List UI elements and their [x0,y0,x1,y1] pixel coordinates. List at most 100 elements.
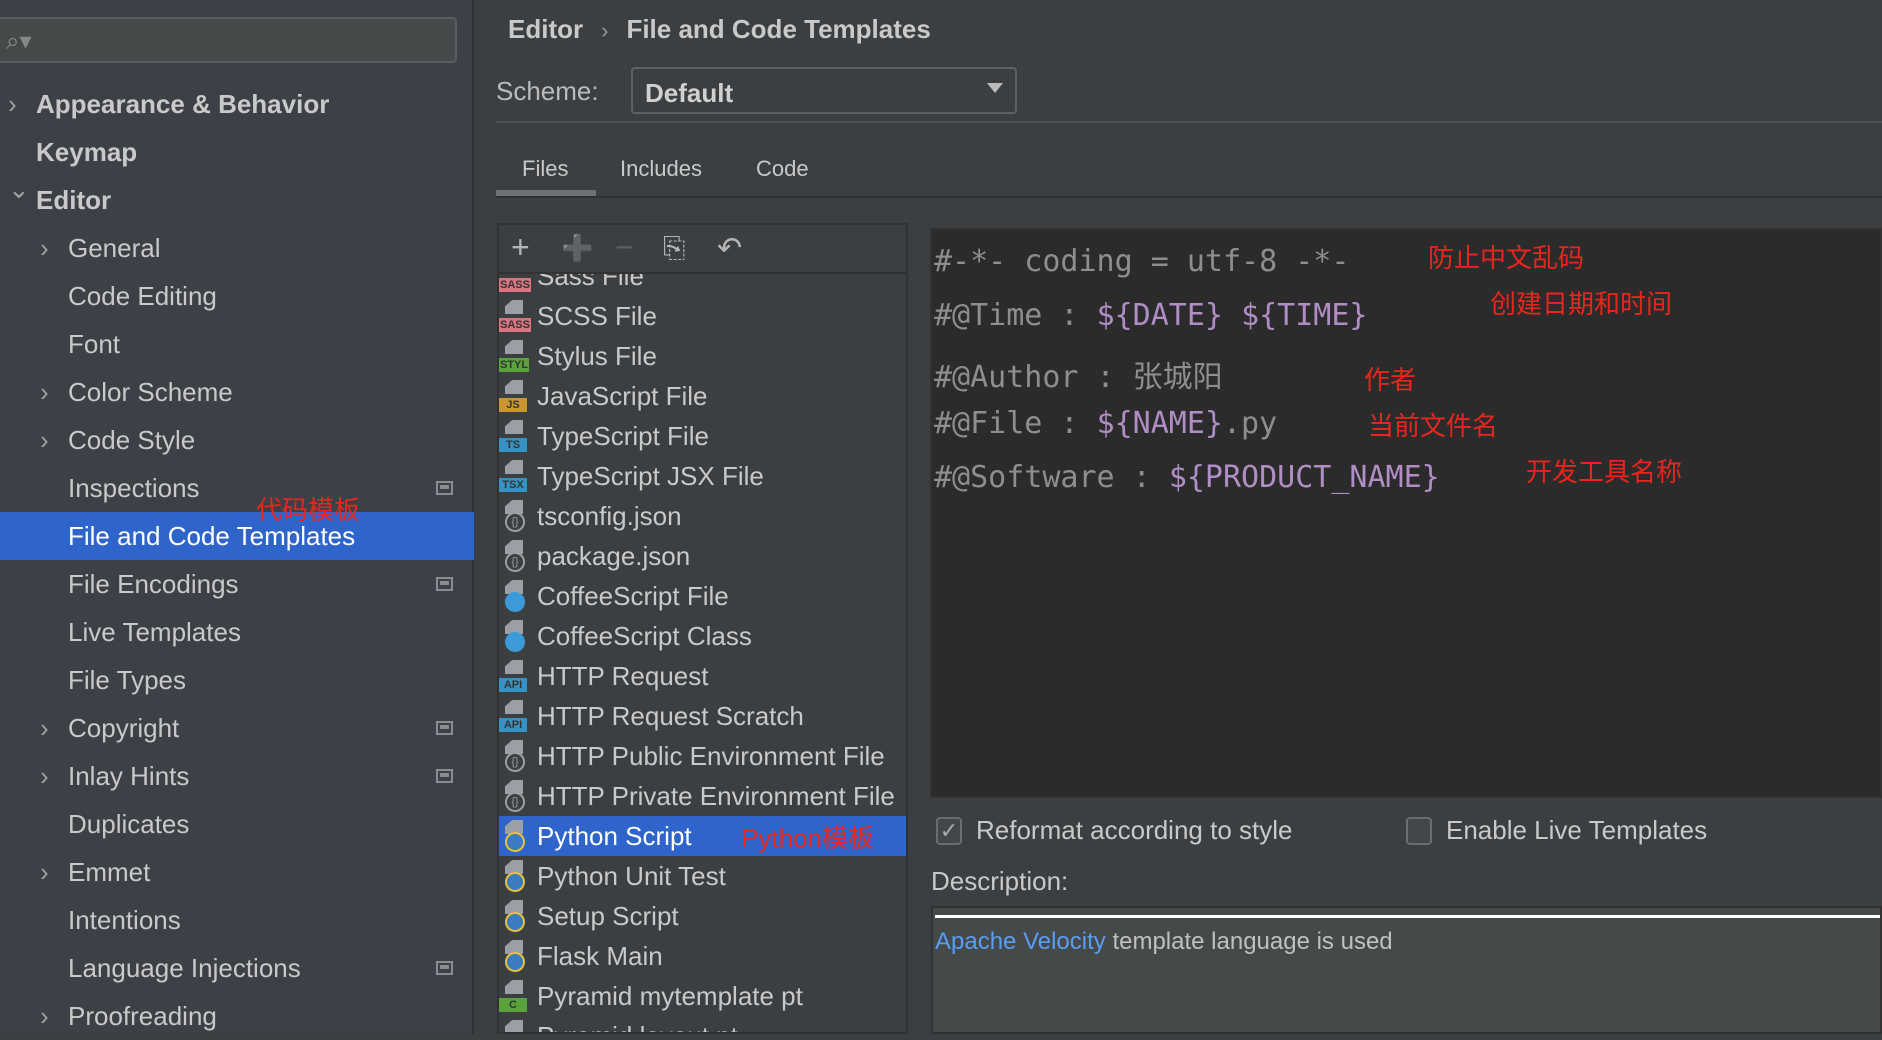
scheme-dropdown[interactable]: Default [631,67,1017,114]
live-templates-checkbox[interactable]: Enable Live Templates [1406,815,1707,846]
sidebar-item-live-templates[interactable]: Live Templates [0,608,474,656]
settings-sidebar: ⌕▾ › Appearance & Behavior Keymap ⌄ Editor › G… [0,0,474,1034]
template-item[interactable]: JS JavaScript File [499,376,906,416]
sidebar-item-proofreading[interactable]: › Proofreading [0,992,474,1040]
template-label: CoffeeScript Class [537,620,752,651]
dropdown-arrow-icon [987,83,1003,93]
sidebar-item-font[interactable]: Font [0,320,474,368]
tab-files[interactable]: Files [522,156,568,182]
file-py-icon [499,940,527,972]
sidebar-item-file-encodings[interactable]: File Encodings [0,560,474,608]
sidebar-item-appearance-behavior[interactable]: › Appearance & Behavior [0,80,474,128]
sidebar-item-label: Code Style [68,424,196,455]
sidebar-item-label: Proofreading [68,1000,217,1031]
template-item[interactable]: CoffeeScript File [499,576,906,616]
code-text: #@Time : [934,298,1097,333]
template-item[interactable]: Setup Script [499,896,906,936]
annotation-note: 作者 [1364,366,1417,396]
template-item[interactable]: C Pyramid mytemplate pt [499,976,906,1016]
template-editor[interactable]: #-*- coding = utf-8 -*- 防止中文乱码 #@Time : ${… [930,228,1882,798]
sidebar-item-label: Intentions [68,904,181,935]
braces-icon: {} [505,512,525,532]
template-item[interactable]: TS TypeScript File [499,416,906,456]
reformat-checkbox[interactable]: ✓ Reformat according to style [936,815,1292,846]
template-label: HTTP Request Scratch [537,700,804,731]
sidebar-item-code-editing[interactable]: Code Editing [0,272,474,320]
chevron-right-icon[interactable]: › [40,425,49,456]
sidebar-item-color-scheme[interactable]: › Color Scheme [0,368,474,416]
sidebar-item-inlay-hints[interactable]: › Inlay Hints [0,752,474,800]
chevron-right-icon[interactable]: › [40,377,49,408]
breadcrumb-current: File and Code Templates [626,14,931,44]
template-item[interactable]: {} HTTP Private Environment File [499,776,906,816]
plus-icon[interactable]: + [511,229,530,266]
chevron-right-icon[interactable]: › [40,761,49,792]
code-text: #@Software : [934,460,1169,495]
badge-icon: JS [499,398,527,412]
file-json-icon: {} [499,500,527,532]
sidebar-item-general[interactable]: › General [0,224,474,272]
sidebar-item-duplicates[interactable]: Duplicates [0,800,474,848]
file-json-icon: {} [499,740,527,772]
sidebar-item-editor[interactable]: ⌄ Editor [0,174,474,224]
sidebar-item-inspections[interactable]: Inspections [0,464,474,512]
template-label: Python Unit Test [537,860,726,891]
chevron-right-icon[interactable]: › [40,713,49,744]
templates-list: + ➕ − ⎘ ↶ SASS Sass File SASS SCSS File STYL… [497,223,908,1034]
checkmark-icon: ✓ [936,816,962,845]
template-item[interactable]: STYL Stylus File [499,336,906,376]
page-icon [505,340,523,354]
template-item[interactable]: {} HTTP Public Environment File [499,736,906,776]
template-item[interactable]: C Pyramid layout pt [499,1016,906,1033]
tab-code[interactable]: Code [756,156,809,182]
sidebar-item-keymap[interactable]: Keymap [0,128,474,176]
tab-includes[interactable]: Includes [620,156,702,182]
description-label: Description: [931,866,1069,896]
template-item[interactable]: CoffeeScript Class [499,616,906,656]
template-item[interactable]: {} package.json [499,536,906,576]
template-item[interactable]: Flask Main [499,936,906,976]
sidebar-item-language-injections[interactable]: Language Injections [0,944,474,992]
chevron-right-icon[interactable]: › [40,1001,49,1032]
sidebar-item-emmet[interactable]: › Emmet [0,848,474,896]
template-label: tsconfig.json [537,500,682,531]
braces-icon: {} [505,792,525,812]
file-c-icon: C [499,980,527,1012]
file-c-icon: C [499,1020,527,1032]
chevron-down-icon[interactable]: ⌄ [8,174,30,205]
settings-search-input[interactable]: ⌕▾ [0,17,457,63]
file-styl-icon: STYL [499,340,530,372]
template-item[interactable]: {} tsconfig.json [499,496,906,536]
chevron-right-icon[interactable]: › [8,89,17,120]
template-item[interactable]: API HTTP Request [499,656,906,696]
badge-icon [505,632,525,652]
chevron-right-icon[interactable]: › [40,857,49,888]
sidebar-item-copyright[interactable]: › Copyright [0,704,474,752]
sidebar-item-intentions[interactable]: Intentions [0,896,474,944]
template-item[interactable]: SASS SCSS File [499,296,906,336]
breadcrumb-parent[interactable]: Editor [508,14,583,44]
template-label: Pyramid layout pt [537,1021,738,1033]
divider [935,915,1880,918]
apache-velocity-link[interactable]: Apache Velocity [935,928,1106,955]
file-api-icon: API [499,660,527,692]
template-label: TypeScript File [537,420,709,451]
reset-icon[interactable]: ↶ [717,231,742,266]
file-py-icon [499,820,527,852]
sidebar-item-file-and-code-templates[interactable]: File and Code Templates [0,512,474,560]
sidebar-item-code-style[interactable]: › Code Style [0,416,474,464]
copy-icon[interactable]: ⎘ [663,232,685,265]
sidebar-item-label: Appearance & Behavior [36,88,330,119]
sidebar-item-label: Copyright [68,712,180,743]
template-item[interactable]: API HTTP Request Scratch [499,696,906,736]
sidebar-item-file-types[interactable]: File Types [0,656,474,704]
add-child-icon[interactable]: ➕ [561,233,593,264]
page-icon [505,660,523,674]
minus-icon[interactable]: − [615,229,634,266]
braces-icon: {} [505,552,525,572]
chevron-right-icon[interactable]: › [40,233,49,264]
template-item[interactable]: TSX TypeScript JSX File [499,456,906,496]
template-item[interactable]: Python Unit Test [499,856,906,896]
file-json-icon: {} [499,780,527,812]
code-text: #@Author : 张城阳 [934,360,1223,395]
